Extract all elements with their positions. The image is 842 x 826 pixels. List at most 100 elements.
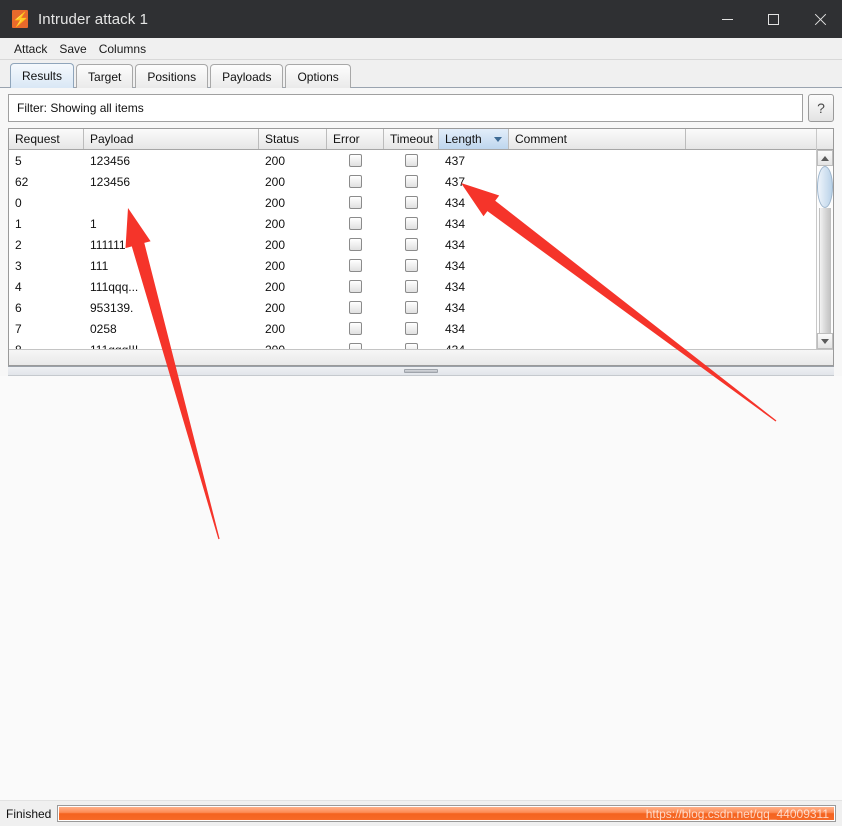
checkbox-icon[interactable] xyxy=(349,217,362,230)
cell-error-checkbox[interactable] xyxy=(327,150,384,171)
status-text: Finished xyxy=(6,806,52,821)
cell-request: 4 xyxy=(15,279,22,294)
table-row[interactable]: 6 953139. 200 434 xyxy=(9,297,816,318)
checkbox-icon[interactable] xyxy=(349,238,362,251)
table-main: Request Payload Status Error Timeout Len… xyxy=(9,129,816,349)
attack-progress-bar: https://blog.csdn.net/qq_44009311 xyxy=(57,805,836,822)
table-row[interactable]: 2 111111 200 434 xyxy=(9,234,816,255)
column-header-status[interactable]: Status xyxy=(259,129,327,149)
cell-request: 8 xyxy=(9,339,84,350)
vertical-scrollbar[interactable] xyxy=(816,129,833,349)
checkbox-icon[interactable] xyxy=(405,322,418,335)
cell-error-checkbox[interactable] xyxy=(327,234,384,255)
checkbox-icon[interactable] xyxy=(405,301,418,314)
cell-status: 200 xyxy=(259,339,327,350)
tab-target[interactable]: Target xyxy=(76,64,134,88)
horizontal-scrollbar[interactable] xyxy=(9,349,833,365)
checkbox-icon[interactable] xyxy=(349,175,362,188)
cell-request: 62 xyxy=(15,174,29,189)
table-row[interactable]: 4 111qqq... 200 434 xyxy=(9,276,816,297)
cell-error-checkbox[interactable] xyxy=(327,318,384,339)
column-header-payload[interactable]: Payload xyxy=(84,129,259,149)
close-button[interactable] xyxy=(796,0,842,38)
checkbox-icon[interactable] xyxy=(349,280,362,293)
checkbox-icon[interactable] xyxy=(405,175,418,188)
cell-error-checkbox[interactable] xyxy=(327,297,384,318)
vertical-scroll-thumb[interactable] xyxy=(817,166,833,208)
checkbox-icon[interactable] xyxy=(405,259,418,272)
cell-error-checkbox[interactable] xyxy=(327,192,384,213)
column-header-length[interactable]: Length xyxy=(439,129,509,149)
checkbox-icon[interactable] xyxy=(349,154,362,167)
table-row[interactable]: 7 0258 200 434 xyxy=(9,318,816,339)
menu-bar: Attack Save Columns xyxy=(0,38,842,60)
checkbox-icon[interactable] xyxy=(349,322,362,335)
cell-error-checkbox[interactable] xyxy=(327,213,384,234)
maximize-button[interactable] xyxy=(750,0,796,38)
cell-length: 434 xyxy=(445,216,466,231)
cell-error-checkbox[interactable] xyxy=(327,339,384,349)
cell-status: 200 xyxy=(265,300,286,315)
cell-timeout-checkbox[interactable] xyxy=(384,276,439,297)
cell-payload: 1 xyxy=(90,216,97,231)
tab-results[interactable]: Results xyxy=(10,63,75,88)
table-body: 5 123456 200 437 62 123456 200 437 0 200 434 1 1 200 4… xyxy=(9,150,816,349)
cell-timeout-checkbox[interactable] xyxy=(384,255,439,276)
scroll-down-button[interactable] xyxy=(817,333,833,349)
menu-item-save[interactable]: Save xyxy=(53,40,92,58)
cell-timeout-checkbox[interactable] xyxy=(384,318,439,339)
table-row[interactable]: 0 200 434 xyxy=(9,192,816,213)
split-pane-divider[interactable] xyxy=(8,366,834,376)
cell-error-checkbox[interactable] xyxy=(327,255,384,276)
column-header-error[interactable]: Error xyxy=(327,129,384,149)
cell-timeout-checkbox[interactable] xyxy=(384,213,439,234)
cell-payload: 111111 xyxy=(90,237,126,252)
checkbox-icon[interactable] xyxy=(405,154,418,167)
menu-item-attack[interactable]: Attack xyxy=(8,40,53,58)
table-scroll-area: Request Payload Status Error Timeout Len… xyxy=(9,129,833,349)
cell-timeout-checkbox[interactable] xyxy=(384,234,439,255)
cell-status: 200 xyxy=(265,279,286,294)
cell-payload xyxy=(84,192,259,213)
help-button[interactable]: ? xyxy=(808,94,834,122)
column-header-timeout[interactable]: Timeout xyxy=(384,129,439,149)
table-row[interactable]: 8111qqq!!!200 434 xyxy=(9,339,816,349)
table-row[interactable]: 1 1 200 434 xyxy=(9,213,816,234)
cell-comment xyxy=(509,192,686,213)
minimize-button[interactable] xyxy=(704,0,750,38)
tab-positions[interactable]: Positions xyxy=(135,64,209,88)
checkbox-icon[interactable] xyxy=(405,196,418,209)
checkbox-icon[interactable] xyxy=(349,259,362,272)
cell-payload: 123456 xyxy=(90,174,131,189)
tab-options[interactable]: Options xyxy=(285,64,351,88)
column-header-comment[interactable]: Comment xyxy=(509,129,686,149)
table-row[interactable]: 5 123456 200 437 xyxy=(9,150,816,171)
checkbox-icon[interactable] xyxy=(405,280,418,293)
filter-bar[interactable]: Filter: Showing all items xyxy=(8,94,803,122)
window-controls xyxy=(704,0,842,38)
cell-status: 200 xyxy=(265,153,286,168)
tab-payloads[interactable]: Payloads xyxy=(210,64,284,88)
cell-timeout-checkbox[interactable] xyxy=(384,339,439,349)
divider-grip-handle[interactable] xyxy=(404,369,438,373)
checkbox-icon[interactable] xyxy=(349,301,362,314)
scroll-up-button[interactable] xyxy=(817,150,833,166)
cell-timeout-checkbox[interactable] xyxy=(384,297,439,318)
table-row[interactable]: 62 123456 200 437 xyxy=(9,171,816,192)
cell-error-checkbox[interactable] xyxy=(327,171,384,192)
cell-timeout-checkbox[interactable] xyxy=(384,192,439,213)
vertical-scroll-track[interactable] xyxy=(817,166,833,333)
checkbox-icon[interactable] xyxy=(349,196,362,209)
table-row[interactable]: 3 111 200 434 xyxy=(9,255,816,276)
cell-timeout-checkbox[interactable] xyxy=(384,171,439,192)
maximize-icon xyxy=(767,13,779,25)
menu-item-columns[interactable]: Columns xyxy=(93,40,152,58)
cell-status: 200 xyxy=(265,216,286,231)
checkbox-icon[interactable] xyxy=(405,217,418,230)
cell-comment xyxy=(509,255,686,276)
cell-error-checkbox[interactable] xyxy=(327,276,384,297)
column-header-request[interactable]: Request xyxy=(9,129,84,149)
checkbox-icon[interactable] xyxy=(405,238,418,251)
cell-timeout-checkbox[interactable] xyxy=(384,150,439,171)
request-response-pane xyxy=(0,376,842,800)
